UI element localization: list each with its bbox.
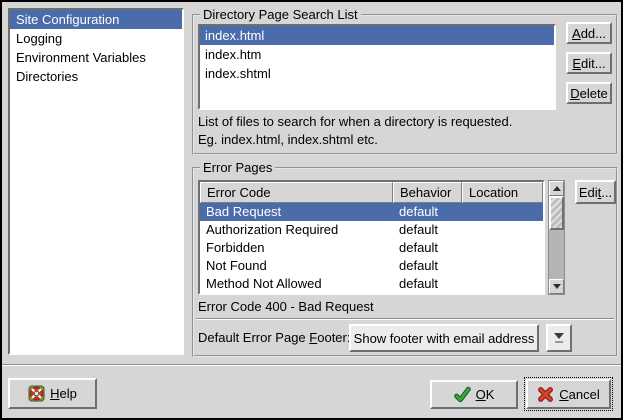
green-checkmark-icon [454, 386, 471, 403]
search-list-description: List of files to search for when a direc… [198, 113, 512, 149]
dropdown-dash [555, 341, 563, 343]
scroll-up-button[interactable] [549, 181, 564, 196]
httpd-config-dialog: Site Configuration Logging Environment V… [0, 0, 623, 420]
error-row-bad-request[interactable]: Bad Request default [200, 203, 543, 221]
file-item-index-html[interactable]: index.html [200, 26, 554, 45]
category-list: Site Configuration Logging Environment V… [8, 8, 184, 355]
sidebar-item-directories[interactable]: Directories [10, 67, 182, 86]
action-bar-separator [2, 364, 621, 366]
directory-page-search-frame: Directory Page Search List index.html in… [192, 14, 618, 155]
sidebar-item-site-configuration[interactable]: Site Configuration [10, 10, 182, 29]
column-header-behavior[interactable]: Behavior [393, 182, 462, 203]
cancel-button[interactable]: Cancel [526, 379, 611, 409]
selected-error-status: Error Code 400 - Bad Request [198, 298, 374, 315]
error-row-not-found[interactable]: Not Found default [200, 257, 543, 275]
scroll-down-button[interactable] [549, 279, 564, 294]
error-row-authorization-required[interactable]: Authorization Required default [200, 221, 543, 239]
error-table: Error Code Behavior Location Bad Request… [198, 180, 545, 295]
red-cross-icon [537, 386, 554, 403]
add-button[interactable]: Add... [566, 22, 612, 44]
column-header-error-code[interactable]: Error Code [200, 182, 393, 203]
cancel-button-focus: Cancel [524, 377, 613, 411]
ok-button[interactable]: OK [430, 380, 518, 409]
error-table-header: Error Code Behavior Location [200, 182, 543, 203]
delete-button[interactable]: Delete [566, 82, 612, 104]
down-arrow-icon [554, 333, 564, 339]
frame-separator [196, 318, 614, 320]
error-pages-frame: Error Pages Error Code Behavior Location… [192, 167, 618, 357]
edit-error-page-button[interactable]: Edit... [575, 180, 616, 204]
default-footer-row: Default Error Page Footer: Show footer w… [194, 324, 616, 353]
default-footer-label: Default Error Page Footer: [198, 330, 350, 345]
file-item-index-htm[interactable]: index.htm [200, 45, 554, 64]
sidebar-item-environment-variables[interactable]: Environment Variables [10, 48, 182, 67]
default-error-footer-select[interactable]: Show footer with email address [349, 324, 539, 352]
error-row-forbidden[interactable]: Forbidden default [200, 239, 543, 257]
up-arrow-icon [553, 186, 561, 191]
search-file-list: index.html index.htm index.shtml [198, 24, 556, 110]
down-arrow-icon [553, 284, 561, 289]
file-item-index-shtml[interactable]: index.shtml [200, 64, 554, 83]
error-frame-title: Error Pages [200, 160, 275, 176]
sidebar-item-logging[interactable]: Logging [10, 29, 182, 48]
dropdown-arrow-button[interactable] [546, 324, 572, 352]
directory-frame-title: Directory Page Search List [200, 7, 361, 23]
edit-file-button[interactable]: Edit... [566, 52, 612, 74]
help-button[interactable]: Help [8, 378, 97, 409]
error-table-scrollbar[interactable] [548, 180, 565, 295]
column-header-location[interactable]: Location [462, 182, 543, 203]
scrollbar-thumb[interactable] [549, 196, 564, 230]
lifebuoy-icon [28, 385, 45, 402]
error-row-method-not-allowed[interactable]: Method Not Allowed default [200, 275, 543, 293]
